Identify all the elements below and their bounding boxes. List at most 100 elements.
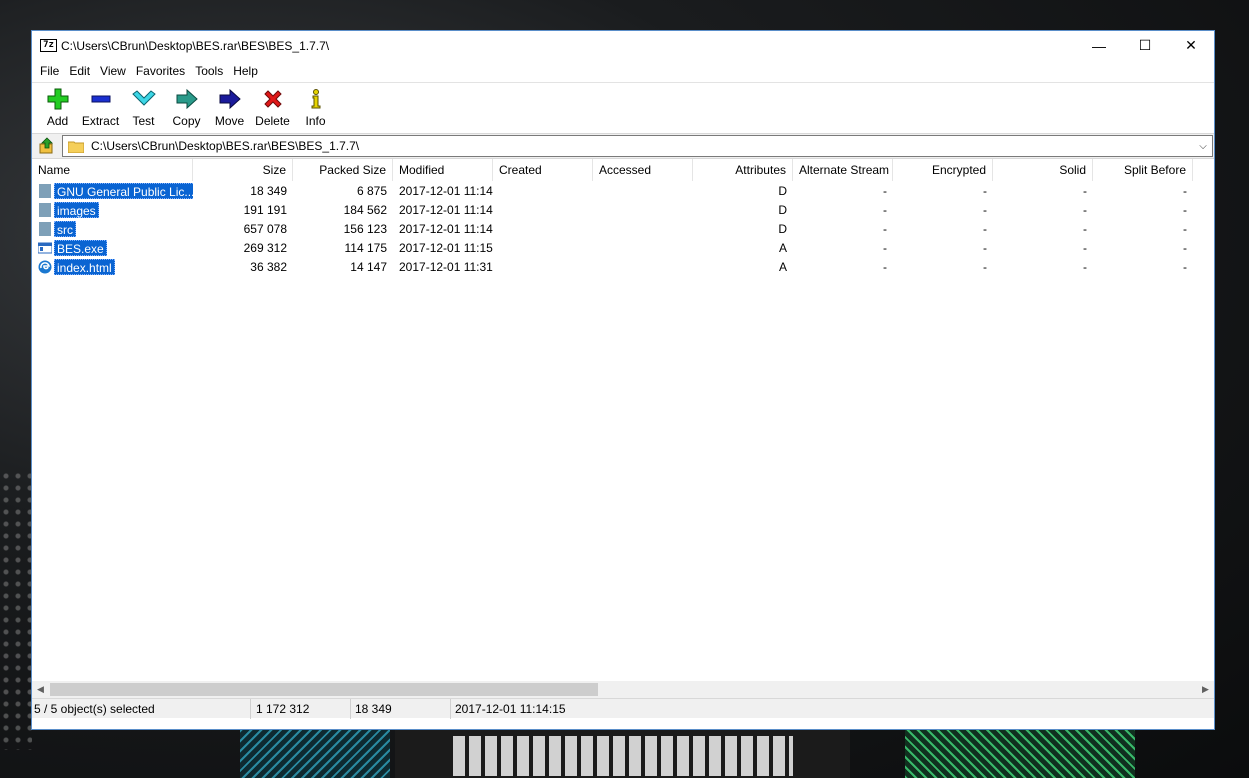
menu-favorites[interactable]: Favorites (131, 61, 190, 81)
delete-button[interactable]: Delete (251, 83, 294, 133)
column-header-alternate-stream[interactable]: Alternate Stream (793, 159, 893, 181)
copy-label: Copy (172, 114, 201, 128)
alt-stream-cell: - (883, 240, 887, 255)
solid-cell: - (1083, 221, 1087, 236)
chevron-down-icon[interactable]: ⌵ (1194, 141, 1212, 152)
copy-button[interactable]: Copy (165, 83, 208, 133)
file-list[interactable]: Name Size Packed Size Modified Created A… (32, 159, 1214, 698)
name-cell: src (32, 220, 193, 237)
file-name: src (54, 220, 76, 237)
folder-icon (39, 183, 51, 198)
folder-icon (39, 221, 51, 236)
up-folder-button[interactable] (32, 134, 62, 158)
edge-html-icon (38, 260, 52, 273)
table-row[interactable]: index.html 36 382 14 147 2017-12-01 11:3… (32, 257, 1214, 276)
delete-label: Delete (255, 114, 290, 128)
desktop-decoration (240, 730, 390, 778)
extract-button[interactable]: Extract (79, 83, 122, 133)
scrollbar-track[interactable] (49, 681, 1197, 698)
column-header-size[interactable]: Size (193, 159, 293, 181)
column-header-attributes[interactable]: Attributes (693, 159, 793, 181)
attributes-cell: D (778, 183, 787, 198)
file-name: index.html (54, 258, 115, 275)
attributes-cell: A (778, 240, 787, 255)
add-label: Add (46, 114, 69, 128)
packed-size-cell: 14 147 (350, 259, 387, 274)
exe-icon (38, 242, 52, 253)
packed-size-cell: 6 875 (356, 183, 387, 198)
add-icon (45, 87, 71, 111)
column-header-modified[interactable]: Modified (393, 159, 493, 181)
status-total-size: 1 172 312 (251, 698, 351, 719)
solid-cell: - (1083, 202, 1087, 217)
column-header-accessed[interactable]: Accessed (593, 159, 693, 181)
desktop-decoration (0, 470, 32, 750)
menu-file[interactable]: File (35, 61, 64, 81)
attributes-cell: D (778, 202, 787, 217)
table-row[interactable]: images 191 191 184 562 2017-12-01 11:14 … (32, 200, 1214, 219)
column-header-created[interactable]: Created (493, 159, 593, 181)
column-header-solid[interactable]: Solid (993, 159, 1093, 181)
move-button[interactable]: Move (208, 83, 251, 133)
app-7zip-icon: 7z (40, 39, 57, 52)
move-label: Move (214, 114, 245, 128)
alt-stream-cell: - (883, 202, 887, 217)
app-window: 7z C:\Users\CBrun\Desktop\BES.rar\BES\BE… (31, 30, 1215, 730)
attributes-cell: D (778, 221, 787, 236)
add-button[interactable]: Add (36, 83, 79, 133)
menu-edit[interactable]: Edit (64, 61, 95, 81)
solid-cell: - (1083, 240, 1087, 255)
copy-icon (174, 87, 200, 111)
address-bar: C:\Users\CBrun\Desktop\BES.rar\BES\BES_1… (32, 133, 1214, 159)
menu-view[interactable]: View (95, 61, 131, 81)
info-label: Info (305, 114, 326, 128)
path-input[interactable]: C:\Users\CBrun\Desktop\BES.rar\BES\BES_1… (62, 135, 1213, 157)
horizontal-scrollbar[interactable]: ◀ ▶ (32, 681, 1214, 698)
file-name: GNU General Public Lic... (54, 182, 193, 199)
menu-bar: File Edit View Favorites Tools Help (32, 60, 1214, 82)
test-button[interactable]: Test (122, 83, 165, 133)
attributes-cell: A (778, 259, 787, 274)
table-row[interactable]: src 657 078 156 123 2017-12-01 11:14 D -… (32, 219, 1214, 238)
desktop-decoration (905, 730, 1135, 778)
table-row[interactable]: GNU General Public Lic... 18 349 6 875 2… (32, 181, 1214, 200)
size-cell: 657 078 (243, 221, 287, 236)
column-header-name[interactable]: Name (32, 159, 193, 181)
file-rows: GNU General Public Lic... 18 349 6 875 2… (32, 181, 1214, 276)
column-header-packed-size[interactable]: Packed Size (293, 159, 393, 181)
path-text: C:\Users\CBrun\Desktop\BES.rar\BES\BES_1… (91, 139, 360, 153)
info-button[interactable]: Info (294, 83, 337, 133)
table-row[interactable]: BES.exe 269 312 114 175 2017-12-01 11:15… (32, 238, 1214, 257)
alt-stream-cell: - (883, 259, 887, 274)
status-bar: 5 / 5 object(s) selected 1 172 312 18 34… (32, 698, 1214, 719)
name-cell: BES.exe (32, 239, 193, 256)
scrollbar-thumb[interactable] (50, 683, 598, 696)
minimize-button[interactable]: — (1076, 31, 1122, 60)
close-button[interactable]: ✕ (1168, 31, 1214, 60)
encrypted-cell: - (983, 183, 987, 198)
test-label: Test (132, 114, 155, 128)
split-before-cell: - (1183, 202, 1187, 217)
up-arrow-icon (39, 137, 53, 154)
window-title: C:\Users\CBrun\Desktop\BES.rar\BES\BES_1… (61, 38, 330, 53)
title-bar[interactable]: 7z C:\Users\CBrun\Desktop\BES.rar\BES\BE… (32, 31, 1214, 60)
status-selected-count: 5 / 5 object(s) selected (32, 698, 251, 719)
split-before-cell: - (1183, 240, 1187, 255)
column-header-encrypted[interactable]: Encrypted (893, 159, 993, 181)
modified-cell: 2017-12-01 11:14 (399, 183, 493, 198)
extract-icon (88, 87, 114, 111)
menu-tools[interactable]: Tools (190, 61, 228, 81)
size-cell: 191 191 (243, 202, 287, 217)
scroll-right-icon[interactable]: ▶ (1197, 681, 1214, 698)
split-before-cell: - (1183, 259, 1187, 274)
maximize-button[interactable]: ☐ (1122, 31, 1168, 60)
move-icon (217, 87, 243, 111)
alt-stream-cell: - (883, 183, 887, 198)
packed-size-cell: 184 562 (343, 202, 387, 217)
solid-cell: - (1083, 259, 1087, 274)
scroll-left-icon[interactable]: ◀ (32, 681, 49, 698)
column-header-split-before[interactable]: Split Before (1093, 159, 1193, 181)
split-before-cell: - (1183, 183, 1187, 198)
menu-help[interactable]: Help (228, 61, 263, 81)
toolbar: Add Extract Test Copy Move Delete Info (32, 82, 1214, 133)
